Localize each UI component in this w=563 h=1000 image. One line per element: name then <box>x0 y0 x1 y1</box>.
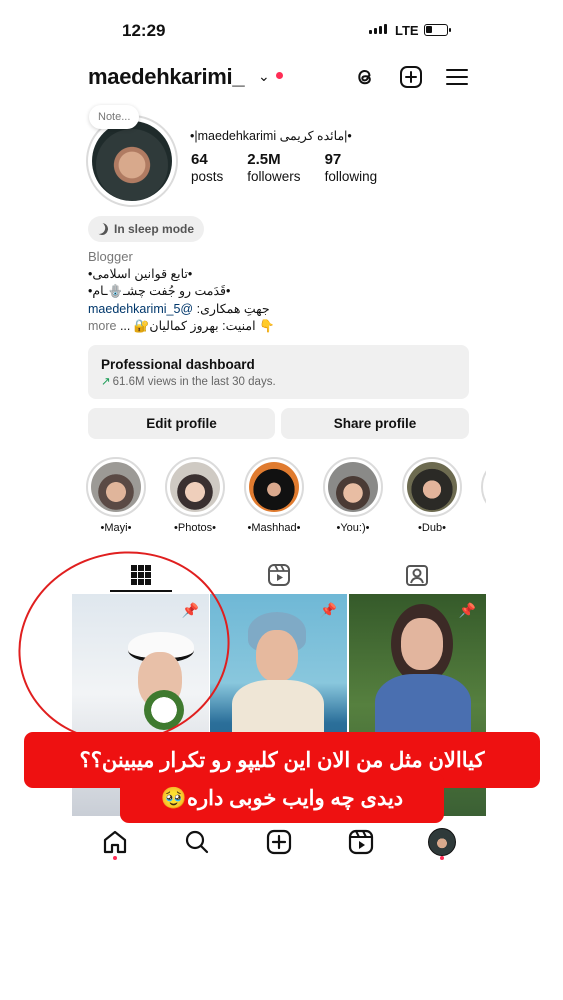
profile-header: maedehkarimi_ ⌄ <box>72 58 486 98</box>
notification-dot <box>440 856 444 860</box>
stat-label: followers <box>247 169 301 184</box>
battery-icon <box>424 24 451 36</box>
professional-dashboard[interactable]: Professional dashboard ↗ 61.6M views in t… <box>88 345 469 399</box>
network-label: LTE <box>395 23 419 38</box>
dashboard-subtitle: 61.6M views in the last 30 days. <box>112 376 276 388</box>
highlight-item[interactable]: •Mayi• <box>86 457 146 534</box>
highlight-cover <box>170 462 220 512</box>
highlight-ring <box>402 457 462 517</box>
notification-dot <box>113 856 117 860</box>
highlight-cover <box>328 462 378 512</box>
note-bubble[interactable]: Note... <box>89 105 140 129</box>
bottom-navigation <box>72 820 486 870</box>
stat-followers[interactable]: 2.5M followers <box>247 152 300 186</box>
highlight-item[interactable]: •Photos• <box>165 457 225 534</box>
highlight-item[interactable]: •Dub• <box>402 457 462 534</box>
post-face <box>401 618 443 670</box>
signal-icon <box>369 24 387 34</box>
highlight-label: •Photos• <box>174 522 216 534</box>
highlight-label: •You:)• <box>336 522 370 534</box>
profile-full-name: •|maedehkarimi مائده کریمی|• <box>190 129 352 143</box>
threads-icon[interactable] <box>352 64 378 90</box>
tab-tagged[interactable] <box>348 557 486 593</box>
stat-value: 2.5M <box>247 151 281 168</box>
moon-icon <box>94 221 109 236</box>
status-bar: 12:29 LTE <box>72 18 486 46</box>
bio-mention-link[interactable]: @maedehkarimi_5 <box>88 302 193 316</box>
caption-line-2: دیدی چه وایب خوبی داره🥹 <box>120 773 444 823</box>
status-time: 12:29 <box>122 21 166 40</box>
highlight-label: •Dub• <box>418 522 446 534</box>
sleep-mode-label: In sleep mode <box>114 222 195 236</box>
bio-line: جهتِ همکاری: @maedehkarimi_5 <box>88 301 348 319</box>
bio-more-link[interactable]: more <box>88 319 116 333</box>
avatar-image <box>92 121 172 201</box>
stat-posts[interactable]: 64 posts <box>191 152 223 186</box>
post-body <box>232 680 324 740</box>
plus-square-icon[interactable] <box>398 64 424 90</box>
notification-dot <box>276 72 283 79</box>
home-icon[interactable] <box>101 828 129 856</box>
highlight-item[interactable]: •Mashhad• <box>244 457 304 534</box>
bio-line: •قَدَمت رو جُفت چشـ🪬ـام• <box>88 284 231 298</box>
pin-icon: 📌 <box>319 602 337 618</box>
edit-profile-button[interactable]: Edit profile <box>88 408 275 439</box>
chevron-down-icon[interactable]: ⌄ <box>258 68 270 85</box>
stat-following[interactable]: 97 following <box>325 152 378 186</box>
search-icon[interactable] <box>183 828 211 856</box>
dashboard-title: Professional dashboard <box>101 357 255 372</box>
stat-value: 64 <box>191 151 208 168</box>
highlight-item[interactable]: •You:)• <box>323 457 383 534</box>
profile-bio: Blogger •تابع قوانین اسلامی• •قَدَمت رو … <box>88 248 348 336</box>
bio-line: more ... 🔐امنیت: بهروز کمالیان 👇 <box>88 318 348 336</box>
highlight-label: •Mayi• <box>100 522 132 534</box>
highlight-cover <box>91 462 141 512</box>
reels-nav-icon[interactable] <box>347 828 375 856</box>
highlight-label: •Mashhad• <box>247 522 301 534</box>
dashboard-subtitle-row: ↗ 61.6M views in the last 30 days. <box>101 374 456 388</box>
hamburger-menu-icon[interactable] <box>444 64 470 90</box>
reels-icon <box>268 564 290 586</box>
highlight-cover <box>249 462 299 512</box>
stat-label: following <box>324 169 378 184</box>
sleep-mode-badge[interactable]: In sleep mode <box>88 216 205 242</box>
trend-up-icon: ↗ <box>101 376 111 388</box>
tagged-icon <box>406 565 428 586</box>
highlight-ring <box>244 457 304 517</box>
profile-screen: 12:29 LTE maedehkarimi_ ⌄ Note... •|maed… <box>72 0 486 1000</box>
highlight-ring <box>481 457 486 517</box>
highlight-ring <box>323 457 383 517</box>
create-post-icon[interactable] <box>265 828 293 856</box>
highlight-cover <box>407 462 457 512</box>
username-switcher[interactable]: maedehkarimi_ <box>88 64 245 90</box>
highlight-ring <box>165 457 225 517</box>
bio-category: Blogger <box>88 249 133 264</box>
profile-avatar-nav[interactable] <box>428 828 456 856</box>
bio-line: •تابع قوانین اسلامی• <box>88 266 193 281</box>
highlight-item-partial[interactable] <box>481 457 486 517</box>
share-profile-button[interactable]: Share profile <box>281 408 469 439</box>
tab-reels[interactable] <box>210 557 348 593</box>
bio-text: ... 🔐امنیت: بهروز کمالیان 👇 <box>116 319 275 333</box>
bio-text: جهتِ همکاری: <box>193 301 270 316</box>
post-face <box>256 630 298 682</box>
stat-value: 97 <box>324 151 342 168</box>
stat-label: posts <box>191 169 224 184</box>
pin-icon: 📌 <box>458 602 476 618</box>
profile-stats: 64 posts 2.5M followers 97 following <box>191 152 401 186</box>
highlight-ring <box>86 457 146 517</box>
